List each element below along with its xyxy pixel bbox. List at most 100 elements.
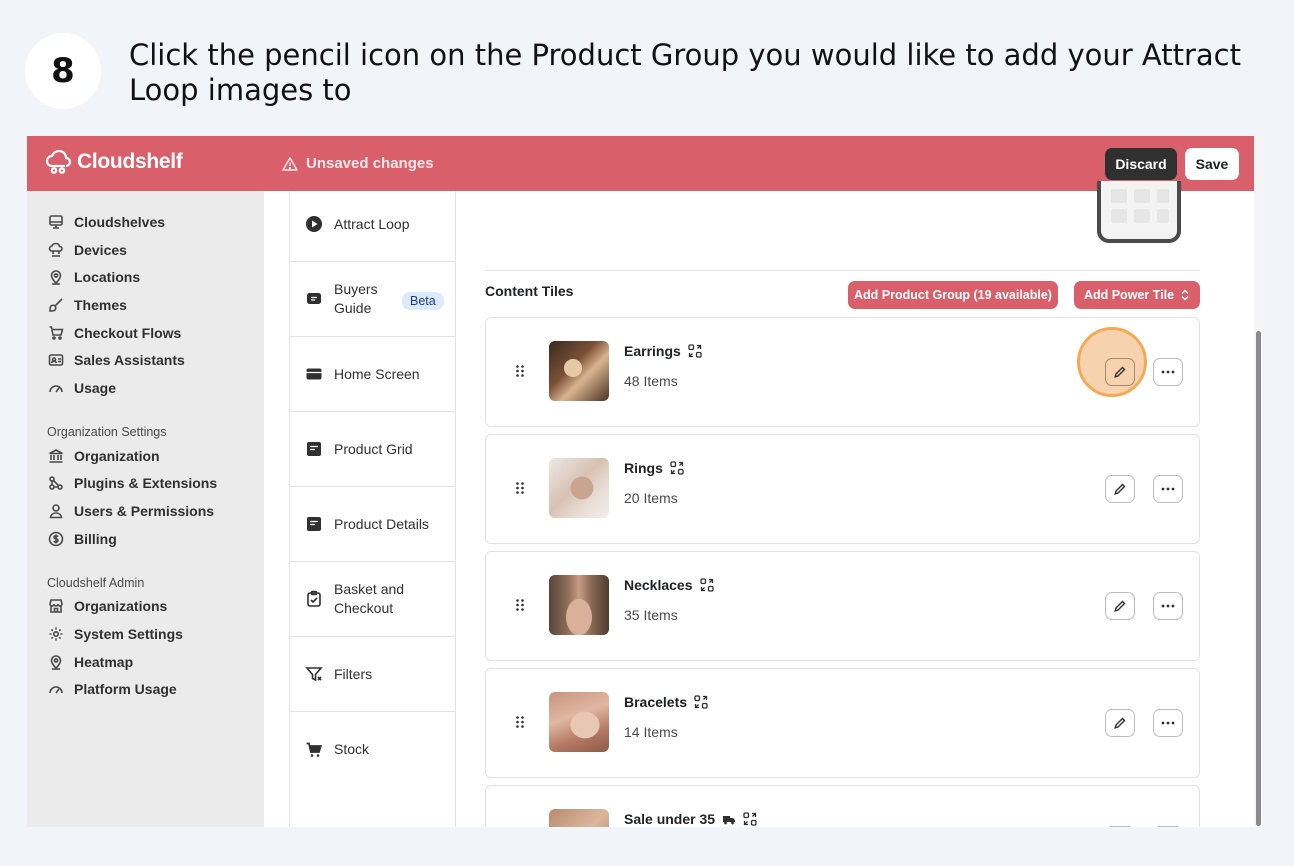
cart-icon [305,741,323,759]
plugins-icon [48,475,64,491]
tile-item-count: 48 Items [624,373,678,389]
edit-button[interactable] [1105,358,1135,386]
more-options-button[interactable] [1153,475,1183,503]
sidebar-item-platform-usage[interactable]: Platform Usage [27,676,264,704]
drag-handle-icon[interactable] [515,598,525,612]
settings-nav: Attract Loop Buyers Guide Beta Home Scre… [289,191,456,827]
edit-button[interactable] [1105,475,1135,503]
settings-item-product-details[interactable]: Product Details [290,487,456,562]
brand-name: Cloudshelf [77,150,183,173]
content-tile-bracelets: Bracelets 14 Items [485,668,1200,778]
settings-item-label: Buyers Guide [334,281,378,316]
clipboard-check-icon [305,590,323,608]
sidebar-item-label: Usage [74,379,117,396]
settings-item-filters[interactable]: Filters [290,637,456,712]
brush-icon [48,297,64,313]
document-icon [305,440,323,458]
delivery-truck-icon [723,816,736,825]
settings-item-label: Basket and Checkout [334,581,405,616]
settings-item-label: Home Screen [334,365,420,382]
sidebar-item-organization[interactable]: Organization [27,442,264,470]
ellipsis-icon [1161,487,1175,491]
settings-item-basket-checkout[interactable]: Basket and Checkout [290,562,456,637]
tile-title: Earrings [624,343,702,359]
content-tile-rings: Rings 20 Items [485,434,1200,544]
sidebar-item-locations[interactable]: Locations [27,263,264,291]
brand-logo[interactable]: Cloudshelf [45,149,183,175]
tile-item-count: 35 Items [624,607,678,623]
tile-thumbnail [549,692,609,752]
settings-item-buyers-guide[interactable]: Buyers Guide Beta [290,262,456,337]
sidebar-item-users-permissions[interactable]: Users & Permissions [27,497,264,525]
edit-button[interactable] [1105,709,1135,737]
sidebar-item-label: System Settings [74,626,183,643]
theme-preview-thumbnail [1097,181,1181,243]
edit-button[interactable] [1105,592,1135,620]
add-product-group-button[interactable]: Add Product Group (19 available) [848,281,1058,309]
scrollbar[interactable] [1254,136,1263,827]
bank-icon [48,448,64,464]
tile-title: Bracelets [624,694,708,710]
section-divider [485,270,1200,271]
sidebar-item-heatmap[interactable]: Heatmap [27,648,264,676]
warning-icon [282,156,298,171]
store-icon [48,598,64,614]
sidebar-item-devices[interactable]: Devices [27,236,264,264]
gauge-icon [48,681,64,697]
add-power-tile-label: Add Power Tile [1083,288,1175,302]
drag-handle-icon[interactable] [515,715,525,729]
sidebar-item-sales-assistants[interactable]: Sales Assistants [27,346,264,374]
document-icon [305,515,323,533]
edit-button[interactable] [1105,826,1135,827]
pencil-icon [1114,717,1126,729]
tile-item-count: 20 Items [624,490,678,506]
sidebar-item-label: Devices [74,241,127,258]
settings-item-attract-loop[interactable]: Attract Loop [290,187,456,262]
sync-icon [688,344,702,358]
drag-handle-icon[interactable] [515,364,525,378]
step-instruction: Click the pencil icon on the Product Gro… [129,38,1241,107]
more-options-button[interactable] [1153,709,1183,737]
more-options-button[interactable] [1153,826,1183,827]
sidebar-item-usage[interactable]: Usage [27,374,264,402]
sidebar-item-label: Plugins & Extensions [74,475,218,492]
add-power-tile-button[interactable]: Add Power Tile [1074,281,1200,309]
scrollbar-thumb[interactable] [1256,331,1261,826]
ellipsis-icon [1161,604,1175,608]
topbar: Cloudshelf Unsaved changes Discard Save [27,136,1254,191]
sidebar-item-label: Sales Assistants [74,352,185,369]
pencil-icon [1114,600,1126,612]
sidebar-item-cloudshelves[interactable]: Cloudshelves [27,208,264,236]
sidebar-item-label: Organizations [74,598,168,615]
more-options-button[interactable] [1153,358,1183,386]
settings-item-product-grid[interactable]: Product Grid [290,412,456,487]
cloudshelf-logo-icon [45,149,71,174]
sidebar-item-organizations[interactable]: Organizations [27,593,264,621]
sidebar-item-billing[interactable]: Billing [27,525,264,553]
tile-name: Rings [624,460,663,476]
sidebar-item-label: Organization [74,447,160,464]
pencil-icon [1114,366,1126,378]
save-button[interactable]: Save [1185,148,1239,180]
settings-item-home-screen[interactable]: Home Screen [290,337,456,412]
tile-title: Necklaces [624,577,714,593]
tile-thumbnail [549,809,609,827]
tile-name: Sale under 35 [624,811,716,827]
sidebar-item-themes[interactable]: Themes [27,291,264,319]
main-content: Content Tiles Add Product Group (19 avai… [457,181,1254,827]
unsaved-changes-indicator: Unsaved changes [282,155,434,172]
content-tile-necklaces: Necklaces 35 Items [485,551,1200,661]
sidebar-item-plugins[interactable]: Plugins & Extensions [27,470,264,498]
sidebar-item-checkout-flows[interactable]: Checkout Flows [27,319,264,347]
sidebar-item-system-settings[interactable]: System Settings [27,620,264,648]
content-tile-earrings: Earrings 48 Items [485,317,1200,427]
tile-title: Rings [624,460,684,476]
sync-icon [694,695,708,709]
drag-handle-icon[interactable] [515,481,525,495]
settings-item-stock[interactable]: Stock [290,712,456,787]
more-options-button[interactable] [1153,592,1183,620]
discard-button[interactable]: Discard [1105,148,1177,180]
chevron-up-down-icon [1181,289,1189,301]
tile-name: Earrings [624,343,681,359]
beta-badge: Beta [402,292,444,310]
